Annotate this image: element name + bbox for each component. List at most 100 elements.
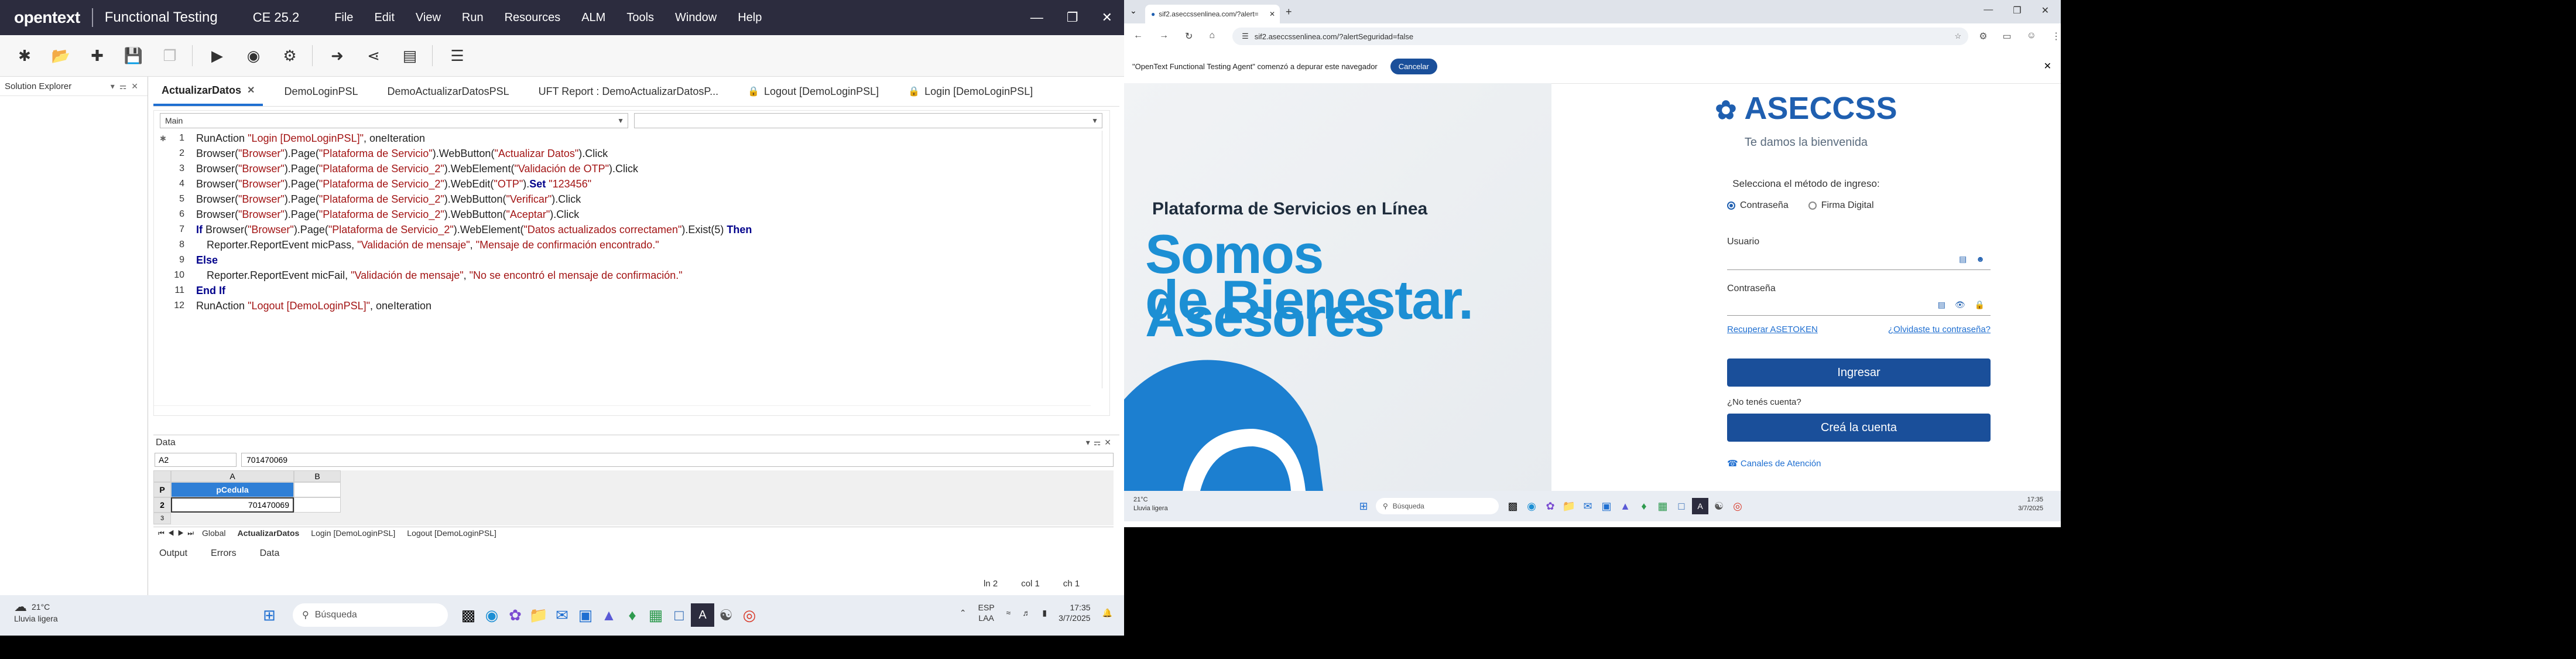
menu-view[interactable]: View (416, 11, 441, 25)
debug-icon[interactable]: ⚙ (278, 47, 302, 65)
code-line[interactable]: 6 Browser("Browser").Page("Plataforma de … (154, 207, 579, 222)
sidepanel-icon[interactable]: ▭ (2003, 30, 2012, 42)
step-icon[interactable]: ➜ (326, 47, 349, 65)
tab-errors[interactable]: Errors (211, 548, 237, 559)
more-menu-icon[interactable]: ⋮ (2051, 30, 2061, 42)
code-line[interactable]: 5 Browser("Browser").Page("Plataforma de … (154, 192, 581, 207)
cancel-debug-button[interactable]: Cancelar (1390, 58, 1437, 74)
code-line[interactable]: 10 Reporter.ReportEvent micFail, "Validac… (154, 268, 682, 283)
tab-output[interactable]: Output (159, 548, 187, 559)
store-icon[interactable]: ▣ (1598, 498, 1615, 514)
teams-icon[interactable]: ▲ (1617, 498, 1633, 514)
network-app-icon[interactable]: ☯ (714, 603, 738, 627)
sheet-tab-logout[interactable]: Logout [DemoLoginPSL] (407, 528, 496, 538)
windows-start-icon[interactable]: ⊞ (1355, 498, 1372, 514)
tab-actualizar-datos[interactable]: ActualizarDatos ✕ (153, 77, 263, 106)
battery-icon[interactable]: ▮ (1042, 608, 1047, 618)
parameter-name-cell[interactable]: pCedula (171, 482, 294, 497)
file-explorer-icon[interactable]: 📁 (527, 603, 550, 627)
browser-tab[interactable]: ● sif2.aseccssenlinea.com/?alert= ✕ (1145, 5, 1280, 23)
show-password-icon[interactable]: ▤ 👁 🔒 (1938, 300, 1988, 310)
app-icon[interactable]: ♦ (1636, 498, 1652, 514)
uft-taskbar-icon[interactable]: A (1692, 498, 1708, 514)
horizontal-scrollbar[interactable] (154, 405, 1091, 411)
menu-help[interactable]: Help (738, 11, 762, 25)
menu-resources[interactable]: Resources (505, 11, 561, 25)
sheet-tab-global[interactable]: Global (202, 528, 225, 538)
bookmark-star-icon[interactable]: ☆ (1955, 32, 1962, 41)
task-view-icon[interactable]: ▩ (1505, 498, 1521, 514)
code-line[interactable]: 7 If Browser("Browser").Page("Plataforma … (154, 222, 752, 237)
run-icon[interactable]: ▶ (205, 47, 229, 65)
scope-selector[interactable]: Main ▼ (160, 113, 628, 128)
close-tab-icon[interactable]: ✕ (1269, 10, 1275, 18)
restore-icon[interactable]: ❐ (2013, 5, 2021, 16)
add-icon[interactable]: ✚ (85, 47, 109, 65)
menu-file[interactable]: File (334, 11, 353, 25)
weather-widget[interactable]: ☁ 21°C Lluvia ligera (14, 600, 58, 624)
restore-icon[interactable]: ❐ (1067, 10, 1078, 25)
menu-edit[interactable]: Edit (374, 11, 394, 25)
radio-password[interactable]: Contraseña (1727, 200, 1789, 211)
tray-chevron-icon[interactable]: ⌃ (960, 608, 967, 618)
code-line[interactable]: 2 Browser("Browser").Page("Plataforma de … (154, 146, 608, 161)
tab-demo-login-psl[interactable]: DemoLoginPSL (276, 77, 366, 106)
tab-login[interactable]: 🔒 Login [DemoLoginPSL] (900, 77, 1041, 106)
wifi-icon[interactable]: ≈ (1006, 608, 1011, 617)
menu-alm[interactable]: ALM (581, 11, 605, 25)
login-button[interactable]: Ingresar (1727, 358, 1991, 387)
sheet-tab-login[interactable]: Login [DemoLoginPSL] (311, 528, 395, 538)
address-bar[interactable]: ☰ sif2.aseccssenlinea.com/?alertSegurida… (1232, 28, 1969, 45)
back-icon[interactable]: ← (1133, 30, 1143, 42)
data-table[interactable]: A B P pCedula 2 701470069 3 (153, 470, 1114, 525)
tab-uft-report[interactable]: UFT Report : DemoActualizarDatosP... (530, 77, 727, 106)
empty-cell[interactable] (294, 482, 341, 497)
close-tab-icon[interactable]: ✕ (247, 84, 255, 96)
menu-window[interactable]: Window (675, 11, 717, 25)
excel-icon[interactable]: ▦ (1654, 498, 1671, 514)
language-indicator[interactable]: ESP LAA (978, 602, 995, 623)
uft-taskbar-icon[interactable]: A (691, 603, 714, 627)
site-info-icon[interactable]: ☰ (1242, 32, 1249, 41)
script-editor[interactable]: Main ▼ ▼ ✱ 1 RunAction "Login [DemoLoginP… (153, 110, 1110, 416)
open-icon[interactable]: 📂 (49, 47, 73, 65)
minimize-icon[interactable]: — (1030, 10, 1043, 25)
forward-icon[interactable]: → (1159, 30, 1169, 42)
column-header-b[interactable]: B (294, 470, 341, 482)
file-explorer-icon[interactable]: 📁 (1561, 498, 1577, 514)
empty-cell[interactable] (294, 497, 341, 513)
chrome-icon[interactable]: ◎ (1729, 498, 1746, 514)
taskbar-search[interactable]: ⚲ Búsqueda (1376, 498, 1499, 514)
forgot-password-link[interactable]: ¿Olvidaste tu contraseña? (1888, 325, 1991, 334)
outlook-icon[interactable]: ✉ (550, 603, 574, 627)
windows-start-icon[interactable]: ⊞ (258, 603, 281, 627)
tab-menu-icon[interactable]: ⌄ (1130, 6, 1137, 16)
code-line[interactable]: 8 Reporter.ReportEvent micPass, "Validaci… (154, 237, 659, 252)
menu-tools[interactable]: Tools (626, 11, 654, 25)
user-input[interactable]: ▤ ☻ (1727, 250, 1991, 270)
clock[interactable]: 17:35 3/7/2025 (1059, 602, 1091, 623)
minimize-icon[interactable]: — (1984, 5, 1993, 16)
edge-icon[interactable]: ◉ (480, 603, 503, 627)
weather-widget[interactable]: 21°C Lluvia ligera (1133, 496, 1168, 513)
tab-data[interactable]: Data (260, 548, 280, 559)
edge-icon[interactable]: ◉ (1523, 498, 1540, 514)
code-line[interactable]: 1 RunAction "Login [DemoLoginPSL]", oneIt… (154, 131, 425, 146)
pane-controls[interactable]: ▾⚎✕ (1086, 438, 1115, 448)
password-input[interactable]: ▤ 👁 🔒 (1727, 295, 1991, 316)
close-infobar-icon[interactable]: ✕ (2044, 60, 2051, 72)
share-icon[interactable]: ⋖ (362, 47, 385, 65)
volume-icon[interactable]: ♬ (1022, 608, 1030, 617)
extensions-icon[interactable]: ⚙ (1979, 30, 1987, 42)
network-app-icon[interactable]: ☯ (1711, 498, 1727, 514)
notification-icon[interactable]: 🔔 (1102, 608, 1112, 618)
new-icon[interactable]: ✱ (13, 47, 36, 65)
radio-digital-signature[interactable]: Firma Digital (1808, 200, 1874, 211)
code-line[interactable]: 9 Else (154, 252, 218, 268)
close-icon[interactable]: ✕ (2041, 5, 2049, 16)
settings-icon[interactable]: ☰ (446, 47, 469, 65)
code-area[interactable]: 1 RunAction "Login [DemoLoginPSL]", oneIt… (154, 131, 1097, 400)
code-line[interactable]: 11 End If (154, 283, 225, 298)
record-icon[interactable]: ◉ (242, 47, 265, 65)
sheet-tab-actualizar-datos[interactable]: ActualizarDatos (237, 528, 299, 538)
